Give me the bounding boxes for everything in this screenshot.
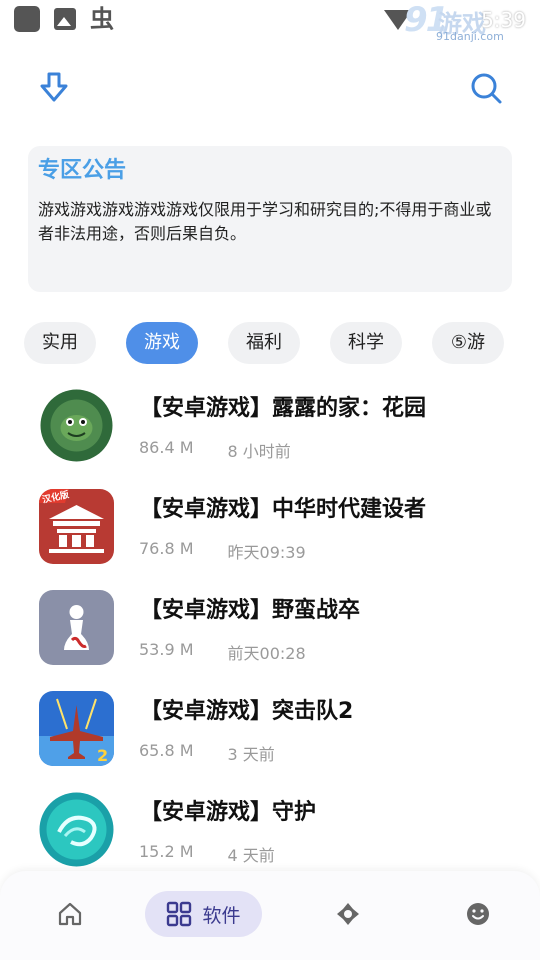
list-item[interactable]: 【安卓游戏】露露的家：花园 86.4 M 8 小时前 (0, 384, 540, 485)
list-item[interactable]: 2 【安卓游戏】突击队2 65.8 M 3 天前 (0, 687, 540, 788)
bug-notification-icon: 虫 (90, 5, 114, 33)
list-item[interactable]: 汉化版 【安卓游戏】中华时代建设者 76.8 M 昨天09:39 (0, 485, 540, 586)
app-list: 【安卓游戏】露露的家：花园 86.4 M 8 小时前 汉化版 【安卓游戏】中华时… (0, 384, 540, 889)
app-name: 【安卓游戏】野蛮战卒 (140, 598, 361, 623)
app-size: 86.4 M (139, 438, 194, 457)
app-time: 前天00:28 (227, 644, 306, 663)
app-name: 【安卓游戏】中华时代建设者 (140, 497, 427, 522)
nav-software[interactable]: 软件 (145, 891, 262, 937)
category-chip-games[interactable]: 游戏 (126, 322, 198, 364)
svg-text:2: 2 (97, 746, 108, 765)
fighter-plane-app-icon: 2 (39, 691, 114, 766)
category-chips: 实用 游戏 福利 科学 ⑤游 (24, 322, 540, 364)
status-time: 5:39 (481, 8, 526, 32)
nav-me[interactable] (460, 891, 496, 937)
palace-app-icon: 汉化版 (39, 489, 114, 564)
announcement-card: 专区公告 游戏游戏游戏游戏游戏仅限用于学习和研究目的;不得用于商业或者非法用途，… (28, 146, 512, 292)
announcement-body: 游戏游戏游戏游戏游戏仅限用于学习和研究目的;不得用于商业或者非法用途，否则后果自… (38, 200, 492, 243)
app-notification-icon (14, 6, 40, 32)
status-bar: 虫 91 游戏 91danji.com 5:39 (0, 0, 540, 43)
app-meta: 76.8 M 昨天09:39 (139, 539, 306, 563)
app-time: 昨天09:39 (227, 543, 306, 562)
app-size: 76.8 M (139, 539, 194, 558)
status-right: 91 游戏 91danji.com 5:39 (380, 2, 530, 43)
compass-icon (337, 903, 359, 925)
download-icon[interactable] (34, 68, 74, 108)
app-name: 【安卓游戏】露露的家：花园 (140, 396, 427, 421)
grid-icon (167, 901, 192, 927)
announcement-title: 专区公告 (38, 158, 127, 183)
app-time: 3 天前 (227, 745, 275, 764)
category-chip-science[interactable]: 科学 (330, 322, 402, 364)
nav-home[interactable] (52, 891, 88, 937)
app-meta: 53.9 M 前天00:28 (139, 640, 306, 664)
search-icon[interactable] (466, 68, 506, 108)
app-size: 53.9 M (139, 640, 194, 659)
app-time: 4 天前 (227, 846, 275, 865)
list-item[interactable]: 【安卓游戏】野蛮战卒 53.9 M 前天00:28 (0, 586, 540, 687)
app-size: 15.2 M (139, 842, 194, 861)
nav-explore[interactable] (330, 891, 366, 937)
image-notification-icon (54, 8, 76, 30)
nav-software-label: 软件 (202, 904, 241, 927)
app-meta: 15.2 M 4 天前 (139, 842, 275, 866)
chess-pawn-app-icon (39, 590, 114, 665)
guardian-orb-app-icon (39, 792, 114, 867)
status-left: 虫 (14, 6, 114, 32)
category-chip-practical[interactable]: 实用 (24, 322, 96, 364)
smiley-icon (467, 903, 489, 925)
app-meta: 86.4 M 8 小时前 (139, 438, 291, 462)
app-meta: 65.8 M 3 天前 (139, 741, 275, 765)
home-icon (58, 902, 82, 926)
category-chip-welfare[interactable]: 福利 (228, 322, 300, 364)
app-time: 8 小时前 (227, 442, 291, 461)
app-name: 【安卓游戏】突击队2 (140, 699, 354, 724)
app-name: 【安卓游戏】守护 (140, 800, 317, 825)
app-size: 65.8 M (139, 741, 194, 760)
plant-flowers-app-icon (39, 388, 114, 463)
bottom-navigation: 软件 (0, 871, 540, 960)
category-chip-five[interactable]: ⑤游 (432, 322, 504, 364)
